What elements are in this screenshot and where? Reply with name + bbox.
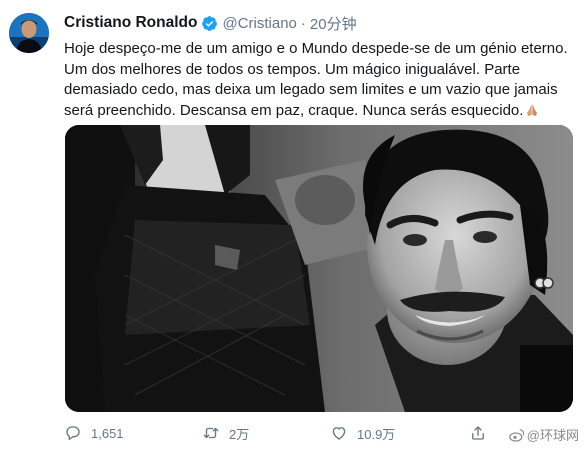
verified-badge-icon xyxy=(201,15,218,32)
praying-hands-icon xyxy=(525,103,539,117)
retweet-icon xyxy=(203,427,219,439)
watermark-text: @环球网 xyxy=(526,428,579,443)
separator-dot: · xyxy=(300,14,306,32)
tweet-header: Cristiano Ronaldo @Cristiano · 20分钟 xyxy=(64,12,579,34)
tweet-text: Hoje despeço-me de um amigo e o Mundo de… xyxy=(64,39,576,121)
share-button[interactable] xyxy=(469,422,496,444)
retweet-button[interactable]: 2万 xyxy=(202,422,249,444)
like-button[interactable]: 10.9万 xyxy=(330,422,395,444)
author-handle[interactable]: @Cristiano xyxy=(222,15,296,32)
tweet-photo[interactable] xyxy=(65,125,573,412)
weibo-icon xyxy=(508,428,524,442)
tweet-card: Cristiano Ronaldo @Cristiano · 20分钟 Hoje… xyxy=(0,0,585,454)
like-icon xyxy=(332,427,346,440)
like-count: 10.9万 xyxy=(357,426,396,442)
reply-button[interactable]: 1,651 xyxy=(64,422,124,444)
retweet-count: 2万 xyxy=(229,426,250,442)
avatar[interactable] xyxy=(9,13,49,53)
tweet-time[interactable]: 20分钟 xyxy=(310,13,357,34)
reply-icon xyxy=(66,426,80,441)
reply-count: 1,651 xyxy=(91,425,124,441)
tweet-content: Cristiano Ronaldo @Cristiano · 20分钟 Hoje… xyxy=(64,12,579,121)
tweet-actions: 1,651 2万 10.9万 xyxy=(64,422,584,444)
watermark: @环球网 xyxy=(508,425,579,444)
share-icon xyxy=(472,426,484,440)
author-name[interactable]: Cristiano Ronaldo xyxy=(64,14,197,32)
tweet-body: Hoje despeço-me de um amigo e o Mundo de… xyxy=(64,40,568,119)
